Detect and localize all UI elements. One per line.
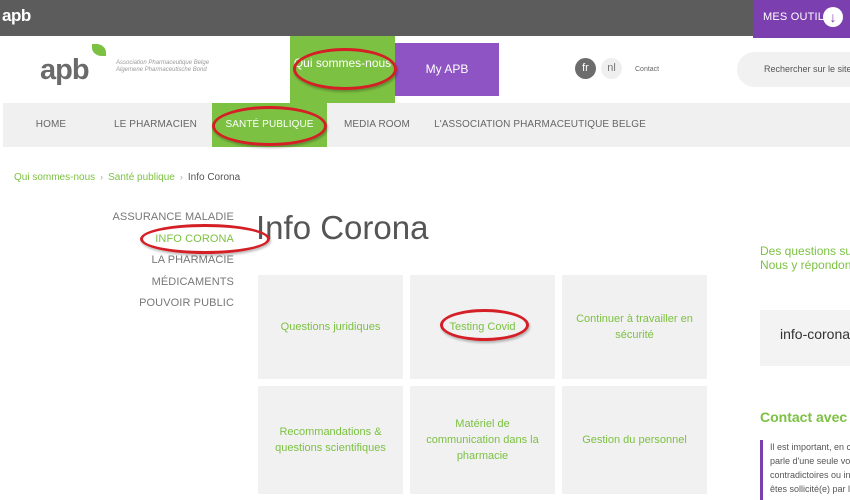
search-input[interactable]: Rechercher sur le site <box>737 52 850 87</box>
side-item-pouvoir-public[interactable]: POUVOIR PUBLIC <box>100 297 234 319</box>
breadcrumb-item-sante-publique[interactable]: Santé publique <box>108 172 175 183</box>
contact-text: Il est important, en c parle d'une seule… <box>760 440 850 500</box>
apb-logo[interactable]: apb <box>40 44 108 88</box>
contact-text-line: Il est important, en c <box>770 442 850 452</box>
page-title: Info Corona <box>256 209 429 246</box>
breadcrumb: Qui sommes-nous › Santé publique › Info Coro… <box>14 172 240 183</box>
tile-materiel-communication[interactable]: Matériel de communication dans la pharma… <box>410 386 555 494</box>
assoc-line-nl: Algemene Pharmaceutische Bond <box>116 67 207 73</box>
tile-testing-covid[interactable]: Testing Covid <box>410 275 555 379</box>
nav-item-home[interactable]: HOME <box>3 103 99 147</box>
leaf-icon <box>92 44 106 56</box>
side-item-info-corona[interactable]: INFO CORONA <box>100 233 234 255</box>
contact-text-line: parle d'une seule vo <box>770 456 850 466</box>
side-item-la-pharmacie[interactable]: LA PHARMACIE <box>100 254 234 276</box>
apb-mini-logo[interactable]: apb <box>2 6 31 26</box>
my-apb-button[interactable]: My APB <box>395 43 499 96</box>
lang-nl-button[interactable]: nl <box>601 58 622 79</box>
mes-outils-label: MES OUTILS <box>763 11 832 23</box>
nav-item-sante-publique[interactable]: SANTÉ PUBLIQUE <box>212 103 327 147</box>
chevron-right-icon: › <box>100 172 104 182</box>
breadcrumb-current: Info Corona <box>187 172 241 183</box>
mini-logo-text: apb <box>2 6 31 25</box>
tile-recommandations[interactable]: Recommandations & questions scientifique… <box>258 386 403 494</box>
main-nav: HOME LE PHARMACIEN SANTÉ PUBLIQUE MEDIA … <box>3 103 850 147</box>
tile-continuer-travailler[interactable]: Continuer à travailler en sécurité <box>562 275 707 379</box>
tile-gestion-personnel[interactable]: Gestion du personnel <box>562 386 707 494</box>
nav-item-association[interactable]: L'ASSOCIATION PHARMACEUTIQUE BELGE <box>427 103 653 147</box>
download-arrow-icon: ↓ <box>823 7 843 27</box>
side-menu: ASSURANCE MALADIE INFO CORONA LA PHARMAC… <box>100 211 234 319</box>
questions-line-1: Des questions sur <box>760 244 850 258</box>
top-bar: apb <box>0 0 850 36</box>
side-item-medicaments[interactable]: MÉDICAMENTS <box>100 276 234 298</box>
breadcrumb-item-qui-sommes-nous[interactable]: Qui sommes-nous <box>14 172 95 183</box>
nav-item-media-room[interactable]: MEDIA ROOM <box>327 103 427 147</box>
logo-text: apb <box>40 54 90 86</box>
mes-outils-button[interactable]: MES OUTILS ↓ <box>753 0 850 38</box>
contact-text-line: contradictoires ou in <box>770 470 850 480</box>
tile-questions-juridiques[interactable]: Questions juridiques <box>258 275 403 379</box>
info-corona-email-box[interactable]: info-corona <box>760 310 850 366</box>
lang-fr-button[interactable]: fr <box>575 58 596 79</box>
contact-link[interactable]: Contact <box>635 66 659 73</box>
qui-sommes-nous-button[interactable]: Qui sommes-nous <box>290 36 395 103</box>
chevron-right-icon: › <box>179 172 183 182</box>
side-item-assurance-maladie[interactable]: ASSURANCE MALADIE <box>100 211 234 233</box>
contact-text-line: êtes sollicité(e) par l <box>770 484 850 494</box>
contact-heading: Contact avec <box>760 409 848 425</box>
assoc-line-fr: Association Pharmaceutique Belge <box>116 60 210 66</box>
association-tagline: Association Pharmaceutique Belge Algemen… <box>116 60 209 74</box>
questions-teaser: Des questions sur Nous y répondons <box>760 244 850 272</box>
questions-line-2: Nous y répondons <box>760 258 850 272</box>
nav-item-le-pharmacien[interactable]: LE PHARMACIEN <box>99 103 212 147</box>
